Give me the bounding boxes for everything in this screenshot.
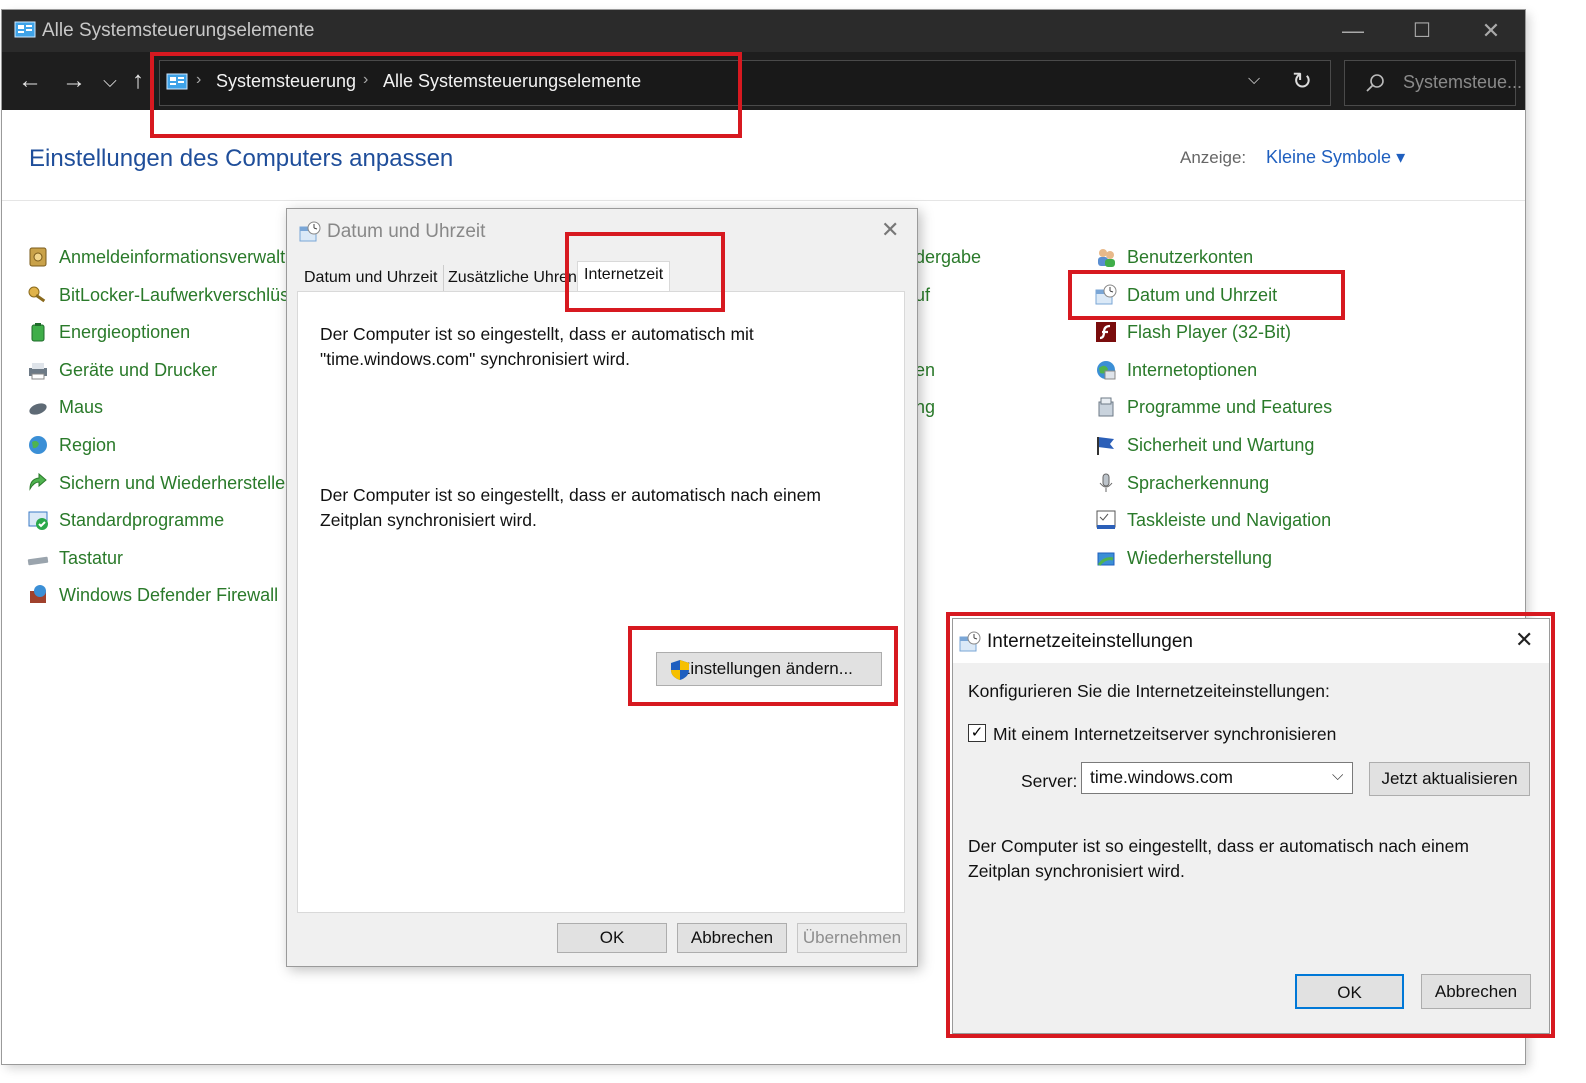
default-programs-icon bbox=[28, 511, 48, 531]
list-item-label[interactable]: Anmeldeinformationsverwaltu bbox=[59, 247, 295, 268]
highlight-change-settings bbox=[628, 626, 898, 706]
close-button[interactable]: ✕ bbox=[1456, 10, 1526, 52]
list-item-label[interactable]: Flash Player (32-Bit) bbox=[1127, 322, 1291, 343]
mouse-icon bbox=[29, 403, 47, 416]
list-item-label[interactable]: Sicherheit und Wartung bbox=[1127, 435, 1314, 456]
sync-status-line-2: "time.windows.com" synchronisiert wird. bbox=[320, 349, 631, 369]
list-item-label[interactable]: Benutzerkonten bbox=[1127, 247, 1253, 268]
maximize-button[interactable]: ☐ bbox=[1387, 10, 1457, 52]
cancel-button[interactable]: Abbrechen bbox=[677, 923, 787, 953]
list-item-label[interactable]: Energieoptionen bbox=[59, 322, 190, 343]
page-title: Einstellungen des Computers anpassen bbox=[29, 145, 454, 172]
microphone-icon bbox=[1099, 473, 1113, 492]
divider bbox=[2, 200, 1525, 201]
list-item-label[interactable]: Geräte und Drucker bbox=[59, 360, 217, 381]
list-item-label[interactable]: BitLocker-Laufwerkverschlüsse bbox=[59, 285, 308, 306]
list-item-label[interactable]: Spracherkennung bbox=[1127, 473, 1269, 494]
firewall-icon bbox=[30, 585, 46, 604]
power-battery-icon bbox=[31, 323, 45, 342]
list-item-label[interactable]: Sichern und Wiederherstellen bbox=[59, 473, 295, 494]
taskbar-icon bbox=[1096, 510, 1116, 530]
list-item-label[interactable]: dergabe bbox=[915, 247, 981, 268]
tab-datum-und-uhrzeit[interactable]: Datum und Uhrzeit bbox=[298, 265, 445, 291]
search-icon bbox=[1366, 74, 1384, 92]
search-box[interactable]: Systemsteue... bbox=[1344, 60, 1522, 106]
close-icon[interactable]: ✕ bbox=[881, 217, 899, 243]
window-title: Alle Systemsteuerungselemente bbox=[42, 20, 315, 41]
apply-button[interactable]: Übernehmen bbox=[797, 923, 907, 953]
list-item-label[interactable]: Region bbox=[59, 435, 116, 456]
internetzeit-panel: Der Computer ist so eingestellt, dass er… bbox=[297, 291, 905, 913]
recovery-icon bbox=[1097, 552, 1115, 566]
list-item-label[interactable]: en bbox=[915, 360, 935, 381]
list-item-label[interactable]: Taskleiste und Navigation bbox=[1127, 510, 1331, 531]
schedule-line-2: Zeitplan synchronisiert wird. bbox=[320, 510, 537, 530]
back-arrow-icon[interactable]: ← bbox=[14, 62, 46, 100]
sync-status-text: Der Computer ist so eingestellt, dass er… bbox=[320, 322, 754, 372]
list-item-label[interactable]: Tastatur bbox=[59, 548, 123, 569]
minimize-button[interactable]: — bbox=[1318, 10, 1388, 52]
highlight-address-bar bbox=[150, 52, 742, 138]
highlight-datum-und-uhrzeit bbox=[1068, 270, 1345, 320]
highlight-internetzeit-tab bbox=[565, 232, 725, 312]
tab-zusaetzliche-uhren[interactable]: Zusätzliche Uhren bbox=[442, 265, 583, 291]
refresh-icon[interactable]: ↻ bbox=[1292, 67, 1312, 96]
view-mode-dropdown[interactable]: Kleine Symbole ▾ bbox=[1266, 147, 1405, 168]
vault-icon bbox=[29, 247, 47, 267]
sync-status-line-1: Der Computer ist so eingestellt, dass er… bbox=[320, 324, 754, 344]
backup-icon bbox=[29, 472, 47, 491]
view-label: Anzeige: bbox=[1180, 148, 1247, 167]
ok-button[interactable]: OK bbox=[557, 923, 667, 953]
flash-icon bbox=[1096, 322, 1116, 343]
globe-clock-icon bbox=[29, 436, 47, 454]
internet-options-icon bbox=[1097, 360, 1116, 380]
dialog-title: Datum und Uhrzeit bbox=[327, 221, 486, 242]
highlight-internet-time-dialog bbox=[946, 612, 1555, 1038]
title-bar: Alle Systemsteuerungselemente — ☐ ✕ bbox=[2, 10, 1525, 52]
keyboard-icon bbox=[27, 556, 49, 566]
list-item-label[interactable]: Maus bbox=[59, 397, 103, 418]
date-time-icon bbox=[299, 221, 321, 242]
schedule-line-1: Der Computer ist so eingestellt, dass er… bbox=[320, 485, 821, 505]
users-icon bbox=[1098, 249, 1115, 267]
list-item-label[interactable]: ng bbox=[915, 397, 935, 418]
list-item-label[interactable]: Wiederherstellung bbox=[1127, 548, 1272, 569]
schedule-text: Der Computer ist so eingestellt, dass er… bbox=[320, 483, 821, 533]
list-item-label[interactable]: Windows Defender Firewall bbox=[59, 585, 278, 606]
list-item-label[interactable]: Internetoptionen bbox=[1127, 360, 1257, 381]
flag-icon bbox=[1097, 437, 1114, 455]
list-item-label[interactable]: Standardprogramme bbox=[59, 510, 224, 531]
address-dropdown-icon[interactable]: ⌵ bbox=[1248, 71, 1260, 89]
forward-arrow-icon[interactable]: → bbox=[58, 62, 90, 100]
bitlocker-key-icon bbox=[28, 286, 46, 302]
list-item-label[interactable]: Programme und Features bbox=[1127, 397, 1332, 418]
date-time-dialog: Datum und Uhrzeit ✕ Datum und Uhrzeit Zu… bbox=[286, 208, 918, 967]
search-input[interactable]: Systemsteue... bbox=[1403, 72, 1522, 93]
printer-icon bbox=[29, 362, 47, 380]
programs-icon bbox=[1098, 397, 1114, 417]
control-panel-icon bbox=[14, 21, 36, 38]
